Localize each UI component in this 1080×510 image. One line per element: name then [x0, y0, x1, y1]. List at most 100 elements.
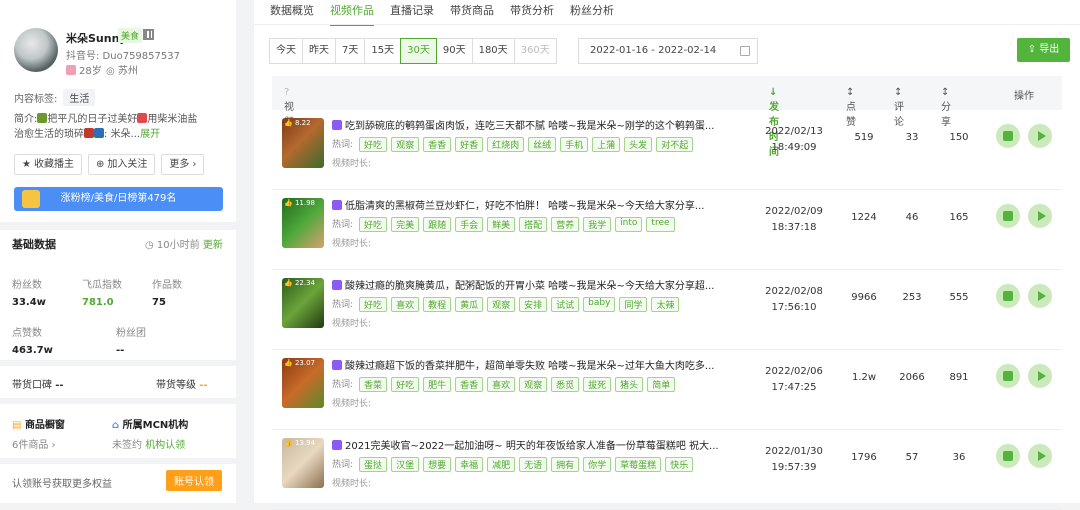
table-row[interactable]: 👍 22.34 酸辣过瘾的脆爽腌黄瓜，配粥配饭的开胃小菜 哈喽~我是米朵~今天给…	[272, 270, 1062, 350]
collect-button[interactable]: ★ 收藏播主	[14, 154, 82, 175]
export-button[interactable]: ⇪ 导出	[1017, 38, 1070, 62]
hot-word-tag[interactable]: 汉堡	[391, 457, 420, 472]
hot-word-tag[interactable]: 好香	[455, 137, 484, 152]
tab-videos[interactable]: 视频作品	[330, 2, 374, 26]
range-today[interactable]: 今天	[269, 38, 303, 64]
hot-word-tag[interactable]: 跟随	[423, 217, 452, 232]
hot-word-tag[interactable]: 快乐	[665, 457, 694, 472]
mcn-claim-link[interactable]: 机构认领	[145, 440, 185, 451]
hot-word-tag[interactable]: 红烧肉	[487, 137, 525, 152]
hot-word-tag[interactable]: 猪头	[615, 377, 644, 392]
hot-word-tag[interactable]: 对不起	[656, 137, 694, 152]
hot-word-tag[interactable]: 好吃	[391, 377, 420, 392]
tab-sales-analysis[interactable]: 带货分析	[510, 2, 554, 26]
col-likes[interactable]: 点赞 ↕	[846, 87, 856, 128]
hot-word-tag[interactable]: 手会	[455, 217, 484, 232]
video-title[interactable]: 酸辣过瘾超下饭的香菜拌肥牛，超简单零失败 哈喽~我是米朵~过年大鱼大肉吃多...	[332, 357, 752, 372]
hot-word-tag[interactable]: 观察	[391, 137, 420, 152]
hot-word-tag[interactable]: 无语	[519, 457, 548, 472]
content-tag-chip[interactable]: 生活	[63, 89, 96, 106]
video-thumbnail[interactable]: 👍 13.94	[282, 438, 324, 488]
hot-word-tag[interactable]: 减肥	[487, 457, 516, 472]
video-thumbnail[interactable]: 👍 8.22	[282, 118, 324, 168]
hot-word-tag[interactable]: 简单	[647, 377, 676, 392]
video-title[interactable]: 吃到舔碗底的鹌鹑蛋卤肉饭，连吃三天都不腻 哈喽~我是米朵~刚学的这个鹌鹑蛋...	[332, 117, 752, 132]
hot-word-tag[interactable]: 同学	[619, 297, 648, 312]
hot-word-tag[interactable]: 鲜美	[487, 217, 516, 232]
update-link[interactable]: 更新	[203, 240, 223, 251]
range-180d[interactable]: 180天	[471, 38, 515, 64]
hot-word-tag[interactable]: 观察	[487, 297, 516, 312]
hot-word-tag[interactable]: 完美	[391, 217, 420, 232]
hot-word-tag[interactable]: 喜欢	[487, 377, 516, 392]
hot-word-tag[interactable]: 好吃	[359, 137, 388, 152]
hot-word-tag[interactable]: 太辣	[651, 297, 680, 312]
hot-word-tag[interactable]: 头发	[624, 137, 653, 152]
video-detail-icon[interactable]	[996, 124, 1020, 148]
play-icon[interactable]	[1028, 124, 1052, 148]
rank-banner[interactable]: 涨粉榜/美食/日榜第479名	[14, 187, 223, 211]
video-title[interactable]: 酸辣过瘾的脆爽腌黄瓜，配粥配饭的开胃小菜 哈喽~我是米朵~今天给大家分享超...	[332, 277, 752, 292]
table-row[interactable]: 👍 8.22 吃到舔碗底的鹌鹑蛋卤肉饭，连吃三天都不腻 哈喽~我是米朵~刚学的这…	[272, 110, 1062, 190]
qrcode-icon[interactable]	[143, 29, 154, 40]
hot-word-tag[interactable]: 黄瓜	[455, 297, 484, 312]
hot-word-tag[interactable]: 香菜	[359, 377, 388, 392]
hot-word-tag[interactable]: 我学	[583, 217, 612, 232]
hot-word-tag[interactable]: 草莓蛋糕	[615, 457, 662, 472]
hot-word-tag[interactable]: 观察	[519, 377, 548, 392]
tab-overview[interactable]: 数据概览	[270, 2, 314, 26]
hot-word-tag[interactable]: 安排	[519, 297, 548, 312]
hot-word-tag[interactable]: tree	[646, 217, 675, 232]
col-comments[interactable]: 评论 ↕	[894, 87, 904, 128]
range-30d[interactable]: 30天	[400, 38, 437, 64]
table-row[interactable]: 👍 13.94 2021完美收官~2022一起加油呀~ 明天的年夜饭给家人准备一…	[272, 430, 1062, 510]
expand-link[interactable]: 展开	[140, 129, 160, 140]
video-detail-icon[interactable]	[996, 364, 1020, 388]
play-icon[interactable]	[1028, 364, 1052, 388]
range-yesterday[interactable]: 昨天	[302, 38, 336, 64]
range-15d[interactable]: 15天	[364, 38, 402, 64]
hot-word-tag[interactable]: 喜欢	[391, 297, 420, 312]
video-thumbnail[interactable]: 👍 22.34	[282, 278, 324, 328]
video-detail-icon[interactable]	[996, 444, 1020, 468]
hot-word-tag[interactable]: baby	[583, 297, 616, 312]
video-title[interactable]: 2021完美收官~2022一起加油呀~ 明天的年夜饭给家人准备一份草莓蛋糕吧 祝…	[332, 437, 752, 452]
hot-word-tag[interactable]: 上蒲	[592, 137, 621, 152]
hot-word-tag[interactable]: 香香	[423, 137, 452, 152]
hot-word-tag[interactable]: 好吃	[359, 297, 388, 312]
play-icon[interactable]	[1028, 204, 1052, 228]
hot-word-tag[interactable]: 蛋挞	[359, 457, 388, 472]
more-button[interactable]: 更多 ›	[161, 154, 205, 175]
video-detail-icon[interactable]	[996, 204, 1020, 228]
follow-button[interactable]: ⊕ 加入关注	[87, 154, 156, 175]
col-publish-time[interactable]: 发布时间 ↓	[769, 87, 779, 158]
tab-fans-analysis[interactable]: 粉丝分析	[570, 2, 614, 26]
tab-live[interactable]: 直播记录	[390, 2, 434, 26]
hot-word-tag[interactable]: 营养	[551, 217, 580, 232]
hot-word-tag[interactable]: 幸福	[455, 457, 484, 472]
hot-word-tag[interactable]: 拥有	[551, 457, 580, 472]
hot-word-tag[interactable]: 你学	[583, 457, 612, 472]
play-icon[interactable]	[1028, 284, 1052, 308]
video-thumbnail[interactable]: 👍 23.07	[282, 358, 324, 408]
hot-word-tag[interactable]: 教程	[423, 297, 452, 312]
hot-word-tag[interactable]: 好吃	[359, 217, 388, 232]
hot-word-tag[interactable]: 手机	[560, 137, 589, 152]
hot-word-tag[interactable]: 香香	[455, 377, 484, 392]
hot-word-tag[interactable]: 试试	[551, 297, 580, 312]
claim-button[interactable]: 账号认领	[166, 470, 222, 491]
video-thumbnail[interactable]: 👍 11.98	[282, 198, 324, 248]
shop-count[interactable]: 6件商品 ›	[12, 436, 56, 451]
hot-word-tag[interactable]: into	[615, 217, 643, 232]
table-row[interactable]: 👍 11.98 低脂清爽的黑椒荷兰豆炒虾仁，好吃不怕胖！ 哈喽~我是米朵~今天给…	[272, 190, 1062, 270]
range-7d[interactable]: 7天	[335, 38, 366, 64]
hot-word-tag[interactable]: 悉觅	[551, 377, 580, 392]
avatar[interactable]	[14, 28, 58, 72]
video-title[interactable]: 低脂清爽的黑椒荷兰豆炒虾仁，好吃不怕胖！ 哈喽~我是米朵~今天给大家分享...	[332, 197, 752, 212]
table-row[interactable]: 👍 23.07 酸辣过瘾超下饭的香菜拌肥牛，超简单零失败 哈喽~我是米朵~过年大…	[272, 350, 1062, 430]
tab-products[interactable]: 带货商品	[450, 2, 494, 26]
video-detail-icon[interactable]	[996, 284, 1020, 308]
date-picker[interactable]: 2022-01-16 - 2022-02-14	[578, 38, 758, 64]
range-90d[interactable]: 90天	[435, 38, 473, 64]
col-shares[interactable]: 分享 ↕	[941, 87, 951, 128]
